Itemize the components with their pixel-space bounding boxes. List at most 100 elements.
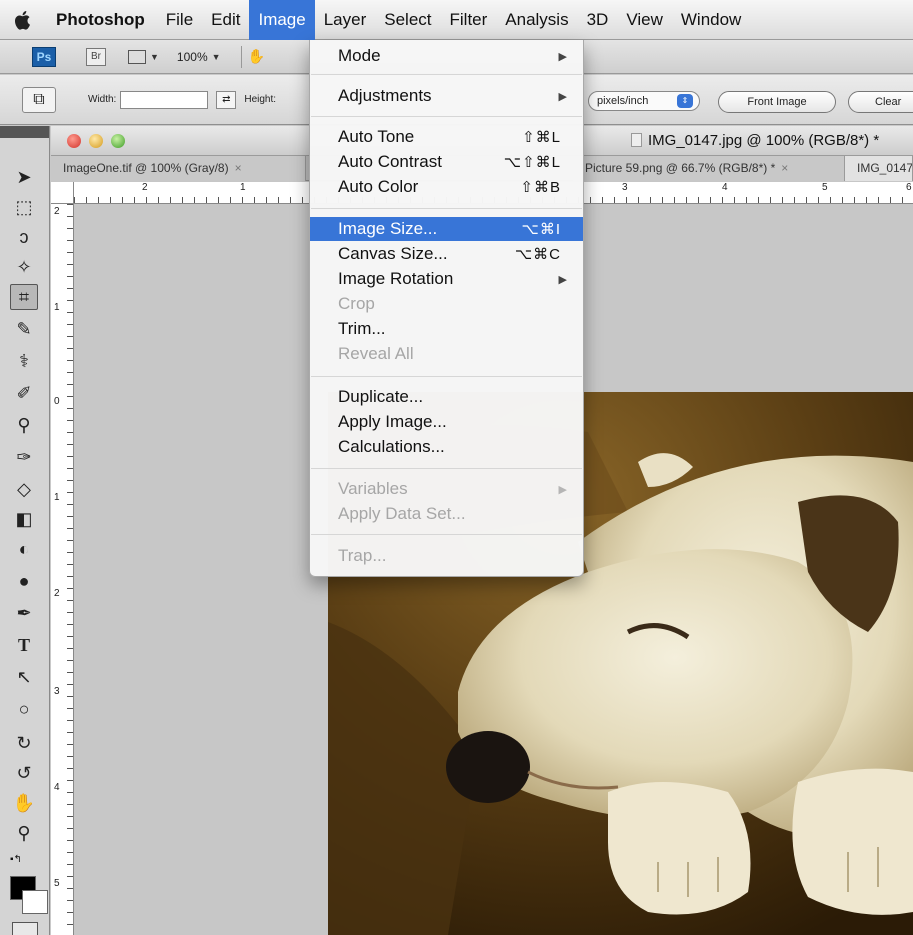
width-input[interactable]: [120, 90, 209, 109]
width-label: Width:: [88, 94, 117, 105]
menu-item-trim[interactable]: Trim...: [310, 317, 583, 341]
menu-item-apply-data-set: Apply Data Set...: [338, 504, 466, 523]
menu-item-variables: Variables ▶: [338, 479, 567, 498]
menu-edit[interactable]: Edit: [202, 0, 249, 40]
shortcut-label: ⇧⌘L: [522, 129, 561, 146]
menu-layer[interactable]: Layer: [315, 0, 376, 40]
resolution-units-select[interactable]: pixels/inch ⇕: [588, 91, 700, 111]
menu-item-crop: Crop: [338, 294, 375, 313]
menu-photoshop[interactable]: Photoshop: [46, 0, 157, 40]
chevron-down-icon[interactable]: ▼: [150, 52, 159, 62]
shortcut-label: ⇧⌘B: [520, 179, 561, 196]
menu-divider: [311, 116, 582, 117]
path-selection-tool-icon[interactable]: ↖: [10, 664, 38, 690]
menu-filter[interactable]: Filter: [441, 0, 497, 40]
pen-tool-icon[interactable]: ✒: [10, 600, 38, 626]
hand-icon[interactable]: ✋: [248, 48, 265, 65]
menu-item-duplicate[interactable]: Duplicate...: [310, 385, 583, 409]
bridge-button[interactable]: Br: [86, 47, 106, 66]
menu-divider: [311, 208, 582, 209]
menu-view[interactable]: View: [617, 0, 672, 40]
minimize-window-icon[interactable]: [89, 134, 103, 148]
file-icon: [631, 133, 642, 147]
submenu-arrow-icon: ▶: [558, 50, 567, 63]
menu-image[interactable]: Image: [249, 0, 315, 40]
menu-divider: [311, 534, 582, 535]
background-color-swatch[interactable]: [22, 890, 48, 914]
clear-button[interactable]: Clear: [848, 91, 913, 113]
hand-tool-icon[interactable]: ✋: [10, 790, 38, 816]
menu-divider: [311, 376, 582, 377]
vertical-ruler[interactable]: 2 1 0 1 2 3 4 5: [51, 204, 74, 935]
front-image-button[interactable]: Front Image: [718, 91, 836, 113]
eraser-tool-icon[interactable]: ◇: [10, 476, 38, 502]
quick-mask-icon[interactable]: [12, 922, 38, 935]
zoom-window-icon[interactable]: [111, 134, 125, 148]
tab-picture59[interactable]: Picture 59.png @ 66.7% (RGB/8*) * ×: [573, 156, 845, 181]
menu-item-mode[interactable]: Mode ▶: [310, 44, 583, 68]
menu-window[interactable]: Window: [672, 0, 750, 40]
menu-divider: [311, 468, 582, 469]
marquee-tool-icon[interactable]: ⬚: [10, 194, 38, 220]
swap-dimensions-icon[interactable]: ⇄: [216, 90, 237, 109]
menu-analysis[interactable]: Analysis: [496, 0, 577, 40]
lasso-tool-icon[interactable]: ↄ: [10, 224, 38, 250]
submenu-arrow-icon: ▶: [558, 273, 567, 286]
eyedropper-tool-icon[interactable]: ✎: [10, 316, 38, 342]
type-tool-icon[interactable]: T: [10, 632, 38, 658]
tab-imageone[interactable]: ImageOne.tif @ 100% (Gray/8) ×: [51, 156, 306, 181]
menu-item-reveal-all: Reveal All: [338, 344, 414, 363]
brush-tool-icon[interactable]: ✐: [10, 380, 38, 406]
menu-select[interactable]: Select: [375, 0, 440, 40]
submenu-arrow-icon: ▶: [558, 483, 567, 496]
tools-panel-header[interactable]: [0, 126, 49, 138]
menu-item-auto-tone[interactable]: Auto Tone ⇧⌘L: [310, 125, 583, 149]
menu-item-adjustments[interactable]: Adjustments ▶: [310, 84, 583, 108]
history-brush-tool-icon[interactable]: ✑: [10, 444, 38, 470]
menu-item-apply-image[interactable]: Apply Image...: [310, 410, 583, 434]
dodge-tool-icon[interactable]: ●: [10, 568, 38, 594]
apple-menu-icon[interactable]: [0, 9, 46, 31]
resolution-units-value: pixels/inch: [597, 95, 649, 107]
ruler-origin[interactable]: [51, 182, 74, 204]
tab-img0147[interactable]: IMG_0147.jpg: [845, 156, 913, 181]
menu-file[interactable]: File: [157, 0, 202, 40]
chevron-down-icon[interactable]: ▼: [212, 52, 221, 62]
view-extras-icon[interactable]: [128, 49, 146, 64]
crop-tool-preset-icon[interactable]: ⧉: [22, 86, 56, 113]
zoom-tool-icon[interactable]: ⚲: [10, 820, 38, 846]
document-title: IMG_0147.jpg @ 100% (RGB/8*) *: [631, 132, 879, 149]
photoshop-logo: Ps: [32, 46, 56, 67]
close-tab-icon[interactable]: ×: [781, 161, 788, 175]
zoom-level-select[interactable]: 100%: [177, 50, 208, 64]
height-label: Height:: [244, 94, 277, 105]
gradient-tool-icon[interactable]: ◧: [10, 506, 38, 532]
menu-3d[interactable]: 3D: [578, 0, 618, 40]
tools-panel: ➤ ⬚ ↄ ✧ ⌗ ✎ ⚕ ✐ ⚲ ✑ ◇ ◧ ◐ ● ✒ T ↖ ○ ↻ ↺ …: [0, 126, 50, 935]
menu-item-canvas-size[interactable]: Canvas Size... ⌥⌘C: [310, 242, 583, 266]
divider: [240, 45, 242, 68]
menu-item-auto-color[interactable]: Auto Color ⇧⌘B: [310, 175, 583, 199]
shortcut-label: ⌥⌘C: [514, 246, 561, 263]
image-menu-dropdown: Mode ▶ Adjustments ▶ Auto Tone ⇧⌘L Auto Con…: [309, 40, 584, 577]
3d-rotate-tool-icon[interactable]: ↻: [10, 730, 38, 756]
clone-stamp-tool-icon[interactable]: ⚲: [10, 412, 38, 438]
swap-colors-icon[interactable]: ▪↰: [10, 854, 22, 865]
stepper-icon: ⇕: [677, 94, 693, 108]
magic-wand-tool-icon[interactable]: ✧: [10, 254, 38, 280]
menu-item-image-rotation[interactable]: Image Rotation ▶: [310, 267, 583, 291]
menu-item-trap: Trap...: [338, 546, 387, 565]
close-tab-icon[interactable]: ×: [235, 161, 242, 175]
menu-item-image-size[interactable]: Image Size... ⌥⌘I: [310, 217, 583, 241]
menu-item-auto-contrast[interactable]: Auto Contrast ⌥⇧⌘L: [310, 150, 583, 174]
healing-brush-tool-icon[interactable]: ⚕: [10, 348, 38, 374]
blur-tool-icon[interactable]: ◐: [10, 536, 38, 562]
move-tool-icon[interactable]: ➤: [10, 164, 38, 190]
close-window-icon[interactable]: [67, 134, 81, 148]
shortcut-label: ⌥⌘I: [521, 221, 561, 238]
menu-divider: [311, 74, 582, 75]
menu-item-calculations[interactable]: Calculations...: [310, 435, 583, 459]
crop-tool-icon[interactable]: ⌗: [10, 284, 38, 310]
3d-orbit-tool-icon[interactable]: ↺: [10, 760, 38, 786]
shape-tool-icon[interactable]: ○: [10, 696, 38, 722]
